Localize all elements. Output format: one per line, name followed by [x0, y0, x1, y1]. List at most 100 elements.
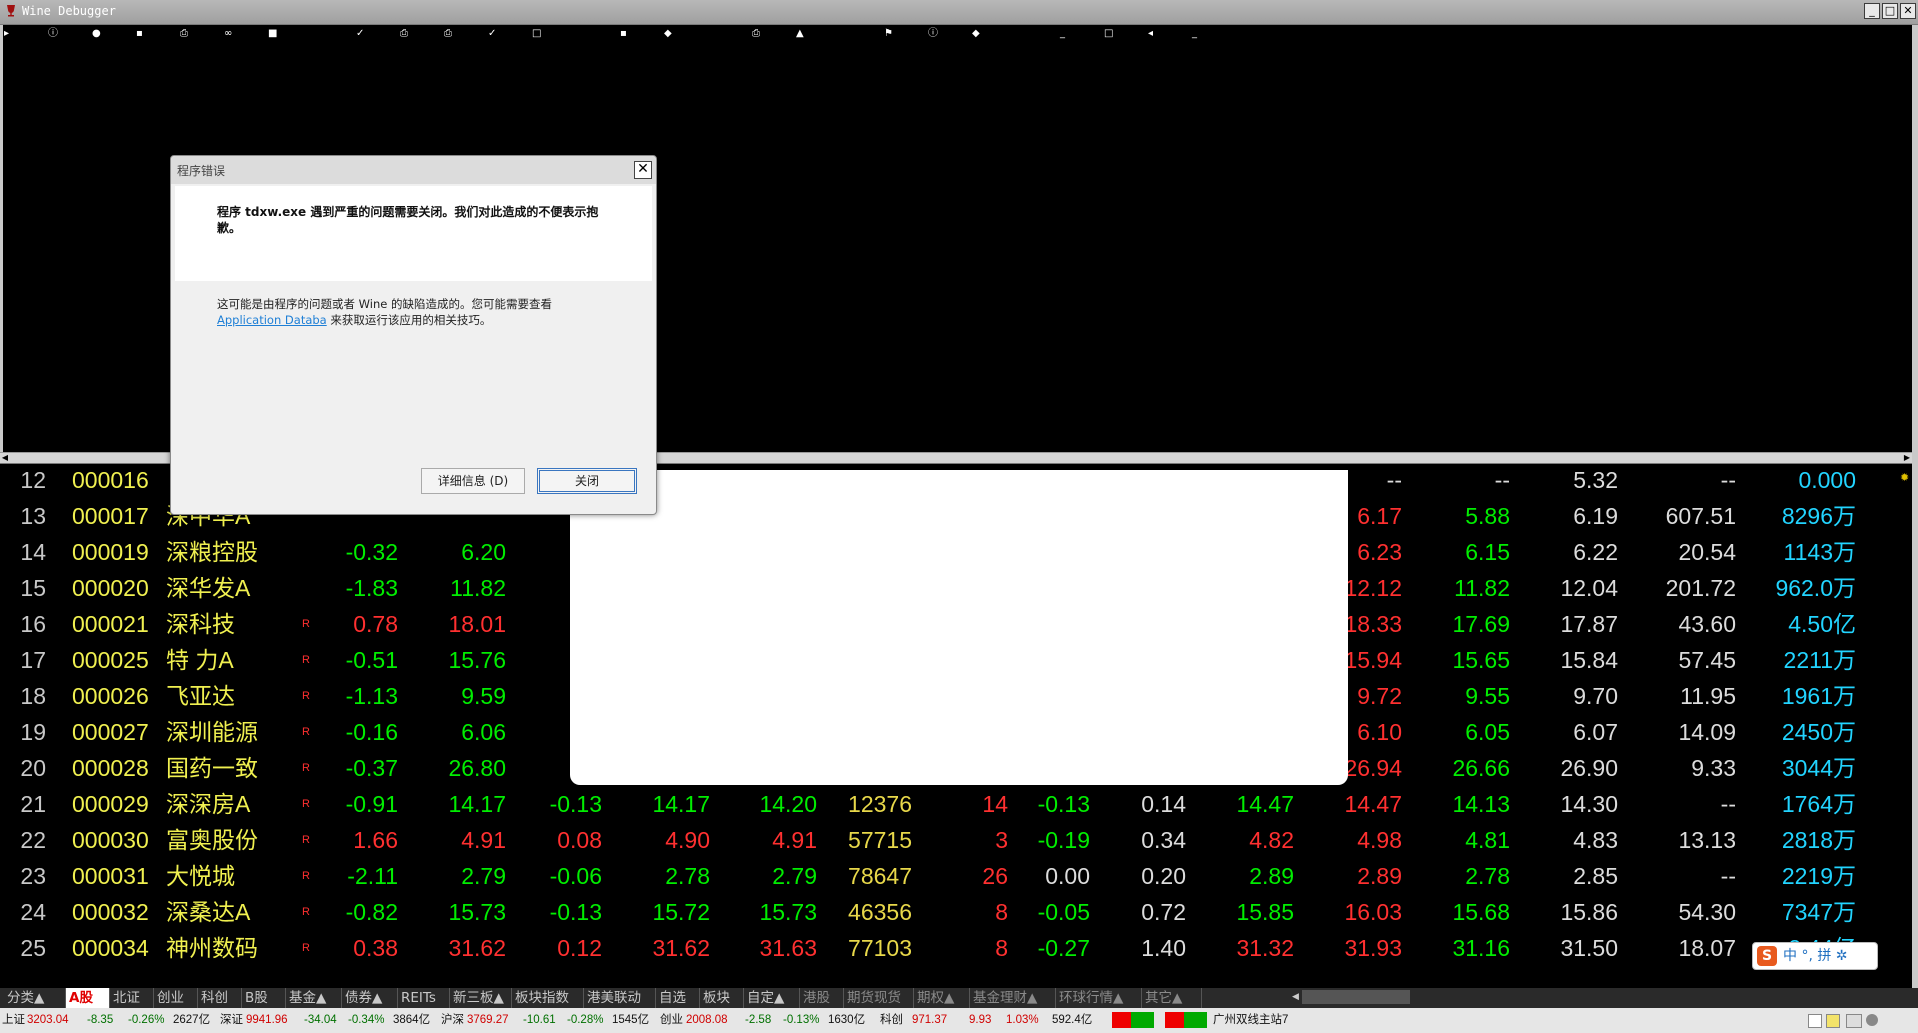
hs-value: 3769.27 — [467, 1014, 509, 1026]
tab-3[interactable]: 创业 — [154, 988, 198, 1008]
details-button[interactable]: 详细信息 (D) — [421, 468, 525, 494]
stock-name: 飞亚达 — [166, 683, 235, 709]
table-row[interactable]: 25 000034 神州数码 0.38 31.62 0.12 31.62 31.63 77103… — [0, 930, 1910, 966]
ask-price: 14.20 — [759, 791, 817, 817]
doc-icon[interactable] — [1808, 1014, 1822, 1028]
ime-toolbar[interactable]: S 中 °, 拼 ✲ — [1752, 942, 1878, 970]
check-icon[interactable]: ✓ — [488, 28, 496, 40]
tab-16[interactable]: 期货现货 — [844, 988, 914, 1008]
lock-icon[interactable] — [1826, 1014, 1840, 1028]
pe-ratio: 13.13 — [1678, 827, 1736, 853]
amount: 0.000 — [1798, 467, 1856, 493]
hs-percent: -0.28% — [567, 1014, 604, 1026]
pe-ratio: 18.07 — [1678, 935, 1736, 961]
tab-6[interactable]: 基金▲ — [286, 988, 342, 1008]
maximize-button[interactable]: □ — [1882, 3, 1898, 19]
tab-7[interactable]: 债券▲ — [342, 988, 398, 1008]
check-icon[interactable]: ✓ — [356, 28, 364, 40]
lock-icon[interactable]: ▪ — [620, 28, 627, 40]
record-icon[interactable]: ● — [92, 28, 101, 40]
row-number: 22 — [20, 827, 46, 853]
close-button[interactable]: 关闭 — [537, 468, 637, 494]
bid-price: 31.62 — [652, 935, 710, 961]
stock-code: 000034 — [72, 935, 149, 961]
tab-scrollbar[interactable] — [1302, 990, 1410, 1004]
last-price: 6.06 — [461, 719, 506, 745]
stock-code: 000031 — [72, 863, 149, 889]
stock-name: 特 力A — [166, 647, 234, 673]
pe-ratio: 43.60 — [1678, 611, 1736, 637]
table-row[interactable]: 24 000032 深桑达A -0.82 15.73 -0.13 15.72 15.73 463… — [0, 894, 1910, 930]
tab-8[interactable]: REITs — [398, 988, 450, 1008]
info-icon[interactable]: ⓘ — [928, 28, 938, 40]
app-database-link[interactable]: Application Databa — [217, 313, 327, 327]
tab-4[interactable]: 科创 — [198, 988, 242, 1008]
printer-icon[interactable]: ⎙ — [752, 28, 760, 40]
amount: 1764万 — [1781, 791, 1856, 817]
current-volume: 8 — [995, 935, 1008, 961]
play-icon[interactable]: ▸ — [4, 28, 9, 40]
tab-2[interactable]: 北证 — [110, 988, 154, 1008]
change-pct: -0.82 — [345, 899, 398, 925]
table-row[interactable]: 23 000031 大悦城 -2.11 2.79 -0.06 2.78 2.79 78647 26… — [0, 858, 1910, 894]
link-icon[interactable]: ∞ — [224, 28, 232, 40]
table-row[interactable]: 22 000030 富奥股份 1.66 4.91 0.08 4.90 4.91 57715 3 -0… — [0, 822, 1910, 858]
info-icon[interactable]: ⓘ — [48, 28, 58, 40]
low-price: 2.78 — [1465, 863, 1510, 889]
printer-icon[interactable]: ⎙ — [400, 28, 408, 40]
tab-5[interactable]: B股 — [242, 988, 286, 1008]
sh-amount: 2627亿 — [173, 1014, 211, 1026]
tab-14[interactable]: 自定▲ — [744, 988, 800, 1008]
person-icon[interactable] — [1866, 1014, 1878, 1026]
printer-icon[interactable]: ⎙ — [444, 28, 452, 40]
arrow-left-icon[interactable]: ◂ — [1148, 28, 1153, 40]
stock-name: 富奥股份 — [166, 827, 258, 853]
shield-icon[interactable]: ◆ — [664, 28, 672, 40]
tab-17[interactable]: 期权▲ — [914, 988, 970, 1008]
tab-9[interactable]: 新三板▲ — [450, 988, 512, 1008]
tab-11[interactable]: 港美联动 — [584, 988, 656, 1008]
sh-label: 上证 — [2, 1014, 25, 1026]
mountain-icon[interactable]: ▲ — [796, 28, 804, 40]
market-breadth-bar-1 — [1112, 1012, 1154, 1028]
tab-13[interactable]: 板块 — [700, 988, 744, 1008]
close-window-button[interactable]: ✕ — [1900, 3, 1916, 19]
sogou-logo-icon: S — [1757, 946, 1777, 966]
bid-price: 14.17 — [652, 791, 710, 817]
stock-name: 深粮控股 — [166, 539, 258, 565]
ime-mode-text[interactable]: 中 °, 拼 ✲ — [1783, 947, 1848, 965]
flag-icon[interactable]: ⚑ — [884, 28, 893, 40]
last-price: 11.82 — [450, 575, 506, 601]
tab-19[interactable]: 环球行情▲ — [1056, 988, 1142, 1008]
minimize-button[interactable]: _ — [1864, 3, 1880, 19]
tab-0[interactable]: 分类▲ — [4, 988, 66, 1008]
row-number: 17 — [20, 647, 46, 673]
square-icon[interactable]: □ — [532, 28, 541, 40]
square-icon[interactable]: □ — [1104, 28, 1113, 40]
pe-ratio: -- — [1720, 791, 1736, 817]
right-scrollbar[interactable] — [1912, 25, 1918, 1033]
server-name[interactable]: 广州双线主站7 — [1213, 1008, 1288, 1033]
tab-12[interactable]: 自选 — [656, 988, 700, 1008]
prev-close: 15.86 — [1560, 899, 1618, 925]
tab-20[interactable]: 其它▲ — [1142, 988, 1202, 1008]
sh-change: -8.35 — [87, 1014, 114, 1026]
underscore-icon[interactable]: _ — [1060, 28, 1065, 40]
low-price: 31.16 — [1452, 935, 1510, 961]
printer-icon[interactable]: ⎙ — [180, 28, 188, 40]
screen-icon[interactable] — [1846, 1014, 1862, 1028]
pe-ratio: 20.54 — [1678, 539, 1736, 565]
stop-icon[interactable]: ■ — [268, 28, 277, 40]
tab-18[interactable]: 基金理财▲ — [970, 988, 1056, 1008]
shield-icon[interactable]: ◆ — [972, 28, 980, 40]
table-row[interactable]: 21 000029 深深房A -0.91 14.17 -0.13 14.17 14.20 123… — [0, 786, 1910, 822]
window-titlebar: Wine Debugger _ □ ✕ — [0, 0, 1918, 25]
tab-1[interactable]: A股 — [66, 988, 110, 1008]
tab-scroll-left-icon[interactable]: ◀ — [1292, 990, 1302, 1004]
underscore-icon[interactable]: _ — [1192, 28, 1197, 40]
tab-10[interactable]: 板块指数 — [512, 988, 584, 1008]
tab-15[interactable]: 港股 — [800, 988, 844, 1008]
lock-icon[interactable]: ▪ — [136, 28, 143, 40]
dialog-close-button[interactable]: ✕ — [634, 161, 652, 179]
stock-name: 大悦城 — [166, 863, 235, 889]
